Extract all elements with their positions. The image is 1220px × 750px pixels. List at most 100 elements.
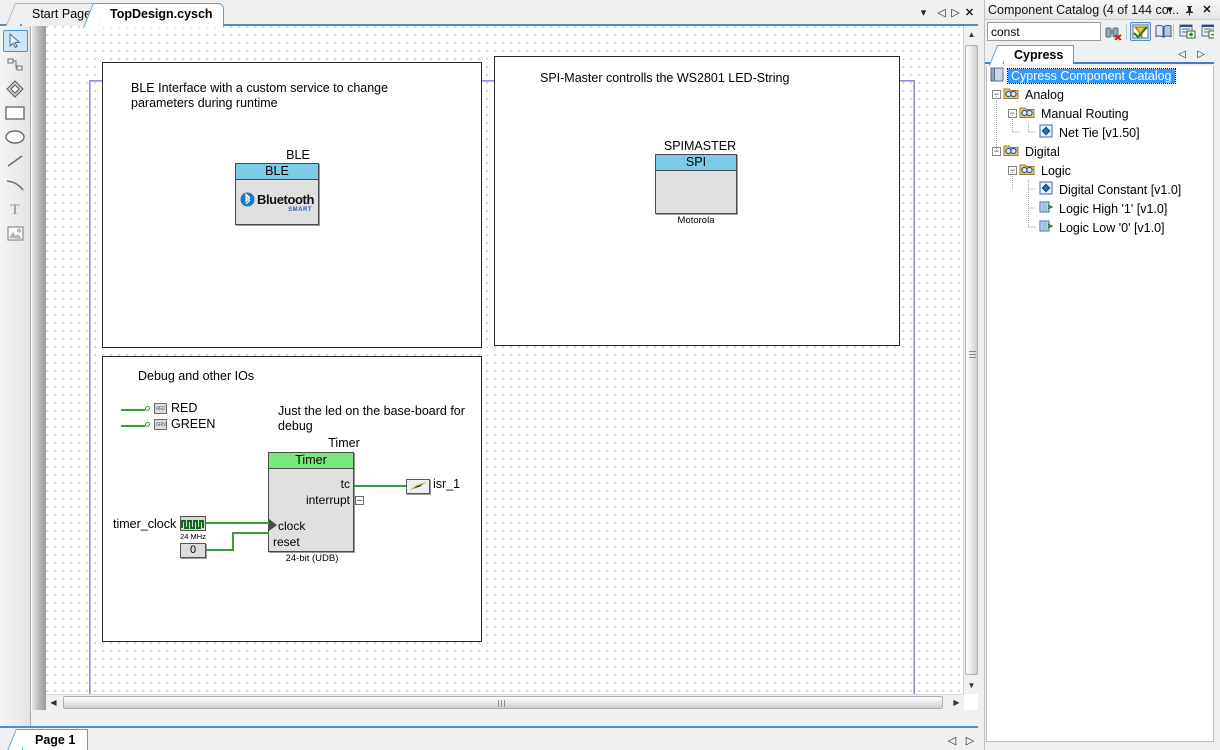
tree-item-net-tie[interactable]: Net Tie [v1.50] — [987, 123, 1213, 142]
component-icon — [1039, 124, 1053, 141]
debug-frame[interactable]: Debug and other IOs Just the led on the … — [102, 356, 482, 642]
tree-item-digital-constant[interactable]: Digital Constant [v1.0] — [987, 180, 1213, 199]
clear-search-button[interactable] — [1103, 22, 1124, 41]
logic-block-icon — [1039, 219, 1054, 236]
page-tab-page-1[interactable]: Page 1 — [22, 729, 89, 750]
tree-label: Manual Routing — [1041, 106, 1129, 121]
clock-waveform-icon — [181, 517, 205, 530]
timer-port-clock: clock — [278, 519, 306, 533]
page-tab-label: Page 1 — [35, 733, 76, 747]
tree-expander[interactable]: − — [992, 147, 1001, 156]
catalog-side-scroll[interactable] — [1214, 22, 1220, 750]
left-gutter — [32, 26, 46, 710]
ellipse-tool[interactable] — [3, 126, 28, 148]
filter-button[interactable] — [1130, 22, 1151, 41]
digital-constant-symbol[interactable]: 0 — [180, 543, 206, 558]
component-catalog-panel: Component Catalog (4 of 144 co... ▾ ✕ co… — [984, 0, 1220, 750]
catalog-book-button[interactable] — [1153, 22, 1174, 41]
schematic-canvas[interactable]: BLE Interface with a custom service to c… — [46, 26, 964, 694]
canvas-vertical-scrollbar[interactable]: ▲ ▼ — [963, 26, 978, 694]
component-icon — [1039, 181, 1053, 198]
tab-cypress[interactable]: Cypress — [1003, 45, 1075, 64]
rectangle-tool[interactable] — [3, 102, 28, 124]
catalog-close-icon[interactable]: ✕ — [1199, 2, 1215, 18]
tree-item-analog[interactable]: − Analog — [987, 85, 1213, 104]
line-icon — [7, 155, 23, 167]
horizontal-scroll-thumb[interactable] — [63, 696, 943, 709]
tree-item-logic-low[interactable]: Logic Low '0' [v1.0] — [987, 218, 1213, 237]
tab-start-page-label: Start Page — [32, 7, 92, 21]
tab-next-icon[interactable]: ▷ — [948, 6, 963, 21]
catalog-tree[interactable]: Cypress Component Catalog − Analog − Man… — [986, 66, 1214, 742]
catalog-toolbar-separator-2 — [1173, 24, 1174, 39]
horizontal-thumb-grip — [498, 700, 505, 707]
spi-component-footer: Motorola — [677, 215, 715, 226]
tab-dropdown-icon[interactable]: ▾ — [916, 6, 931, 21]
tree-label: Net Tie [v1.50] — [1059, 125, 1140, 140]
tree-expander[interactable]: − — [1008, 166, 1017, 175]
tree-item-logic[interactable]: − Logic — [987, 161, 1213, 180]
ble-component[interactable]: BLE Bluetooth SMART — [235, 163, 319, 225]
reset-wire-h1 — [206, 549, 234, 551]
tab-cypress-label: Cypress — [1014, 48, 1064, 62]
scroll-up-icon[interactable]: ▲ — [964, 26, 979, 43]
catalog-tab-next-icon[interactable]: ▷ — [1194, 47, 1208, 61]
timer-component-footer: 24-bit (UDB) — [285, 553, 339, 564]
tab-topdesign[interactable]: TopDesign.cysch — [100, 3, 224, 27]
reset-wire-v — [232, 532, 234, 551]
scroll-down-icon[interactable]: ▼ — [964, 677, 979, 694]
wire-tool[interactable] — [3, 54, 28, 76]
canvas-horizontal-scrollbar[interactable]: ◀ ▶ — [46, 694, 964, 710]
timer-clock-symbol[interactable] — [180, 516, 206, 531]
line-tool[interactable] — [3, 150, 28, 172]
folder-icon — [1003, 143, 1019, 160]
catalog-tab-row: Cypress ◁ ▷ — [985, 44, 1220, 64]
scroll-left-icon[interactable]: ◀ — [46, 695, 61, 710]
tab-prev-icon[interactable]: ◁ — [934, 6, 949, 21]
tree-expander[interactable]: − — [1008, 109, 1017, 118]
reset-wire-h2 — [232, 532, 269, 534]
spi-component[interactable]: SPI — [655, 154, 737, 214]
component-tool[interactable] — [3, 78, 28, 100]
vertical-scroll-thumb[interactable] — [965, 45, 978, 675]
page-next-icon[interactable]: ▷ — [962, 732, 978, 748]
isr-symbol[interactable] — [406, 479, 430, 494]
catalog-search-value: const — [991, 25, 1020, 39]
tree-expander[interactable]: − — [992, 90, 1001, 99]
svg-text:T: T — [10, 202, 19, 217]
expand-all-button[interactable] — [1177, 22, 1198, 41]
ble-frame[interactable]: BLE Interface with a custom service to c… — [102, 62, 482, 348]
picture-icon — [7, 226, 23, 240]
tc-wire — [354, 485, 410, 487]
image-tool[interactable] — [3, 222, 28, 244]
spi-frame[interactable]: SPI-Master controlls the WS2801 LED-Stri… — [494, 56, 900, 346]
expand-plus-icon — [1179, 24, 1196, 39]
catalog-title-bar: Component Catalog (4 of 144 co... ▾ ✕ — [985, 0, 1220, 20]
logic-block-icon — [1039, 200, 1054, 217]
tree-item-logic-high[interactable]: Logic High '1' [v1.0] — [987, 199, 1213, 218]
arc-tool[interactable] — [3, 174, 28, 196]
tree-item-digital[interactable]: − Digital — [987, 142, 1213, 161]
timer-component[interactable]: Timer tc interrupt clock reset — [268, 452, 354, 552]
page-prev-icon[interactable]: ◁ — [944, 732, 960, 748]
tab-close-icon[interactable]: ✕ — [962, 6, 977, 21]
tree-item-cypress-component-catalog[interactable]: Cypress Component Catalog — [987, 66, 1213, 85]
scroll-right-icon[interactable]: ▶ — [949, 695, 964, 710]
timer-component-header: Timer — [269, 453, 353, 469]
interrupt-terminal[interactable] — [355, 496, 364, 505]
red-pin-symbol[interactable]: RED — [154, 403, 167, 414]
catalog-pin-icon[interactable] — [1181, 2, 1197, 18]
timer-clock-freq-label: 24 MHz — [180, 532, 206, 541]
tree-item-manual-routing[interactable]: − Manual Routing — [987, 104, 1213, 123]
text-tool[interactable]: T — [3, 198, 28, 220]
spi-note-text: SPI-Master controlls the WS2801 LED-Stri… — [540, 71, 790, 85]
cursor-arrow-icon — [9, 33, 21, 49]
catalog-search-input[interactable]: const — [987, 22, 1101, 41]
select-tool[interactable] — [2, 30, 28, 52]
drawing-toolbar: T — [0, 26, 31, 726]
tree-label: Logic — [1041, 163, 1071, 178]
green-pin-symbol[interactable]: GRN — [154, 419, 167, 430]
tree-label: Analog — [1025, 87, 1064, 102]
catalog-tab-prev-icon[interactable]: ◁ — [1175, 47, 1189, 61]
catalog-dropdown-icon[interactable]: ▾ — [1162, 2, 1178, 18]
